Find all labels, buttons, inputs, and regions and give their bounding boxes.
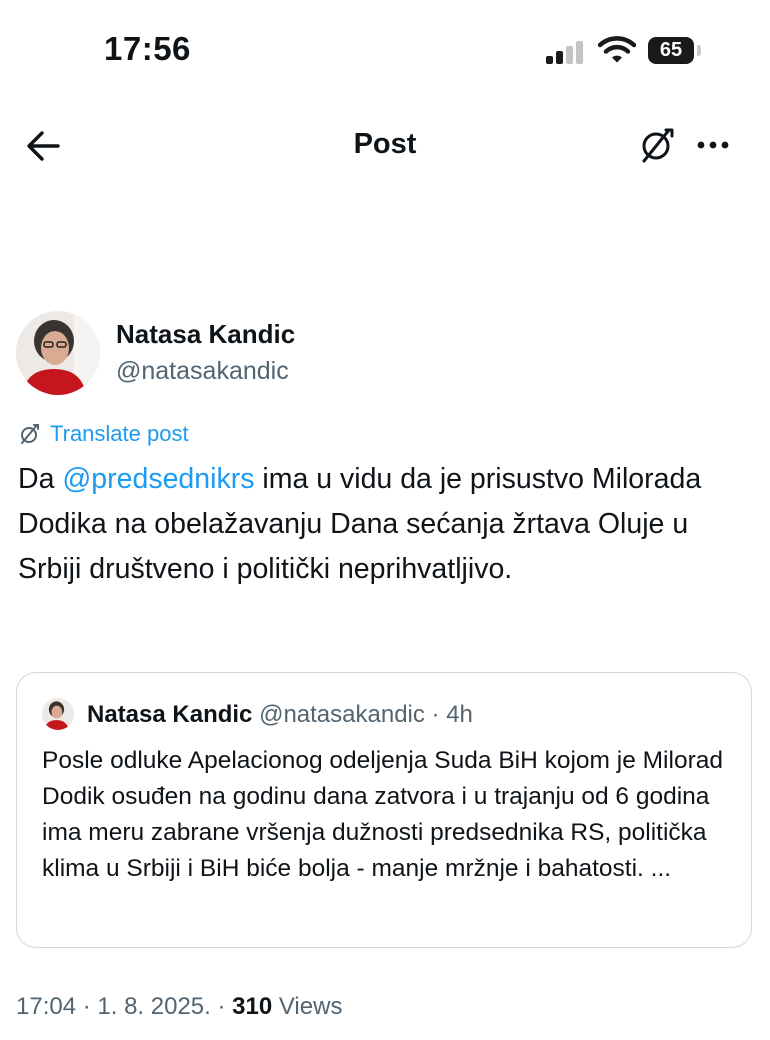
back-arrow-icon[interactable] xyxy=(24,128,64,164)
post-text: Da @predsednikrs ima u vidu da je prisus… xyxy=(18,457,738,592)
avatar[interactable] xyxy=(16,311,100,395)
views-label: Views xyxy=(272,993,343,1020)
quote-time: · 4h xyxy=(431,701,473,728)
author-name[interactable]: Natasa Kandic xyxy=(116,319,295,350)
quote-text: Posle odluke Apelacionog odeljenja Suda … xyxy=(42,747,723,882)
translate-label: Translate post xyxy=(50,421,189,446)
translate-post-link[interactable]: Translate post xyxy=(18,421,189,447)
translate-icon[interactable] xyxy=(636,124,678,166)
post-meta: 17:04 · 1. 8. 2025. · 310 Views xyxy=(16,993,342,1021)
quote-header: Natasa Kandic @natasakandic · 4h xyxy=(87,701,473,729)
views-count[interactable]: 310 xyxy=(232,993,272,1020)
quote-author-handle: @natasakandic xyxy=(259,701,425,728)
post-timestamp: 17:04 · 1. 8. 2025. · xyxy=(16,993,233,1020)
translate-icon xyxy=(21,424,39,444)
battery-tip xyxy=(697,45,701,56)
battery-icon: 65 xyxy=(648,37,694,64)
more-icon[interactable] xyxy=(694,132,734,158)
post-text-start: Da xyxy=(18,463,63,495)
author-handle[interactable]: @natasakandic xyxy=(116,357,289,386)
wifi-icon xyxy=(598,36,636,63)
signal-icon xyxy=(546,38,586,64)
quoted-post-card[interactable]: Natasa Kandic @natasakandic · 4h Posle o… xyxy=(16,672,752,948)
quote-avatar xyxy=(42,698,74,730)
status-time: 17:56 xyxy=(104,30,191,67)
mention-link[interactable]: @predsednikrs xyxy=(62,463,254,495)
quote-author-name: Natasa Kandic xyxy=(87,701,253,728)
